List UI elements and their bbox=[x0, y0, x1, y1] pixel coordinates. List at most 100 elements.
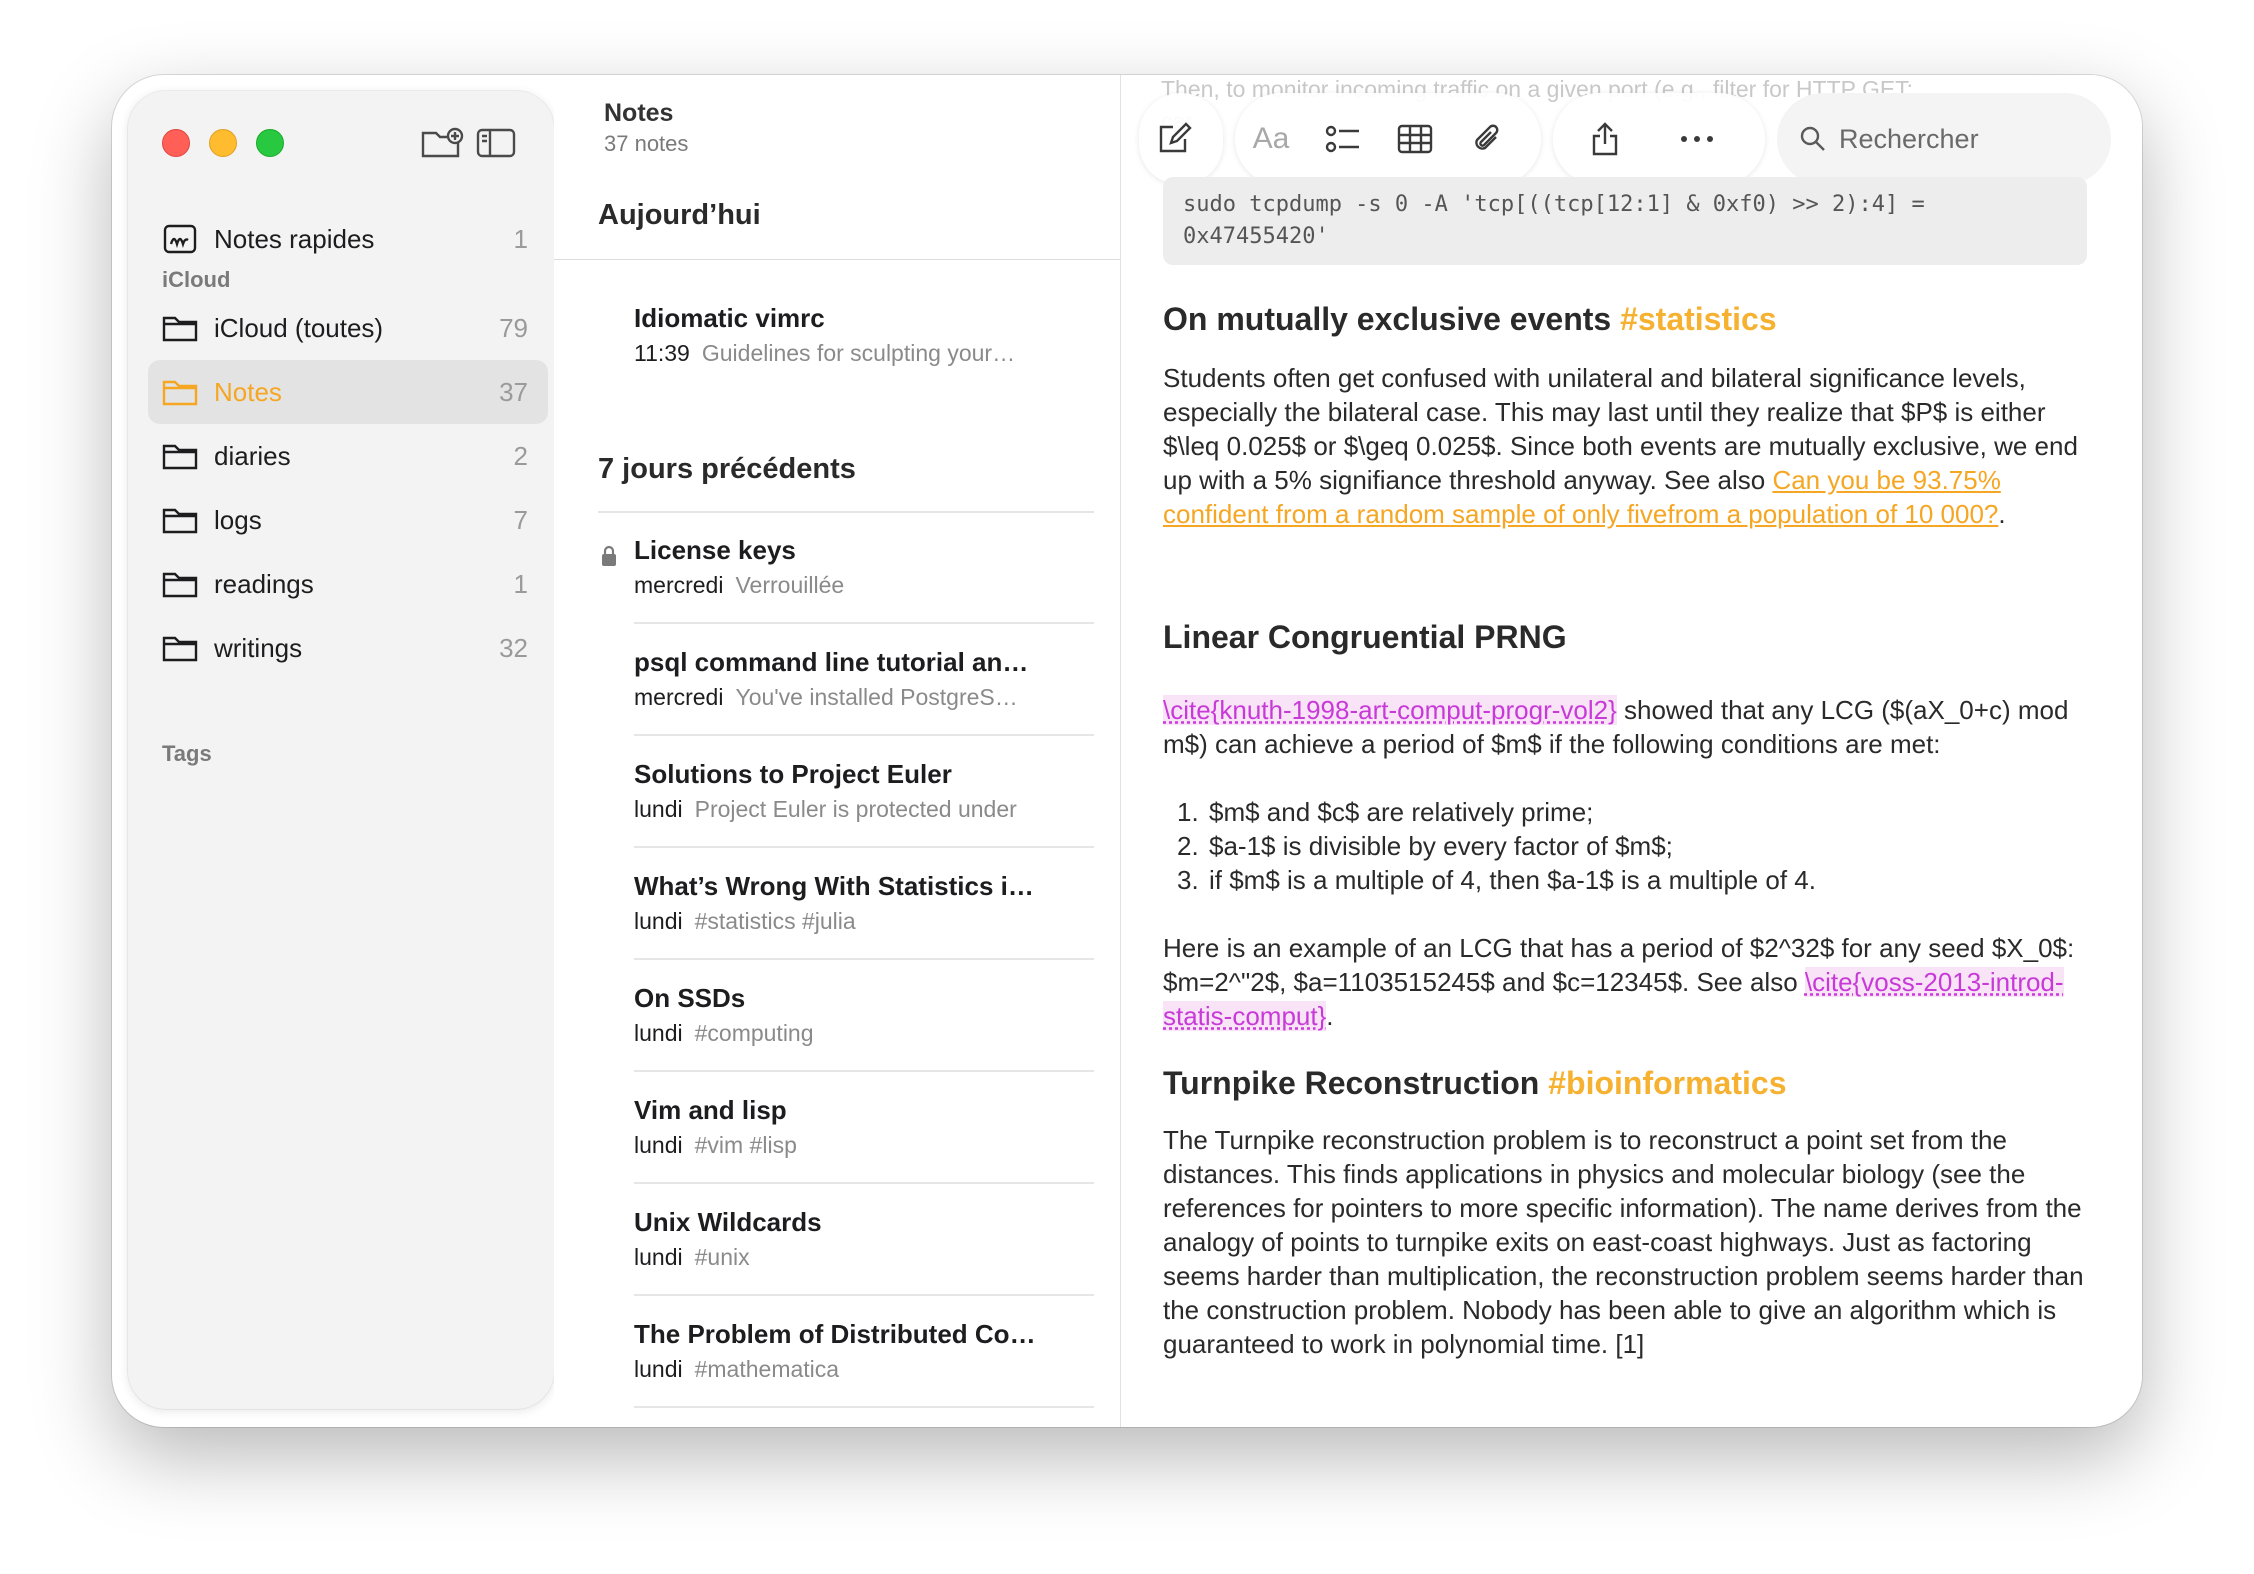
compose-group bbox=[1139, 93, 1223, 185]
divider bbox=[634, 958, 1094, 960]
sidebar-item-notes[interactable]: Notes 37 bbox=[148, 360, 548, 424]
note-title: Solutions to Project Euler bbox=[634, 759, 952, 789]
compose-button[interactable] bbox=[1139, 103, 1211, 175]
note-title: License keys bbox=[634, 535, 796, 565]
list-item[interactable]: psql command line tutorial an… mercredi Y… bbox=[634, 647, 1094, 711]
list-item[interactable]: On SSDs lundi #computing bbox=[634, 983, 1094, 1047]
tags-section-header: Tags bbox=[162, 741, 212, 766]
group-header-today: Aujourd’hui bbox=[598, 199, 761, 231]
list-item-text: if $m$ is a multiple of 4, then $a-1$ is… bbox=[1209, 865, 1816, 895]
new-folder-button[interactable] bbox=[418, 121, 466, 165]
list-item-text: $m$ and $c$ are relatively prime; bbox=[1209, 797, 1594, 827]
sidebar-item-label: Notes rapides bbox=[214, 223, 375, 254]
toggle-sidebar-button[interactable] bbox=[472, 121, 520, 165]
notes-window: Notes rapides 1 iCloud iCloud (toutes) 7… bbox=[112, 75, 2142, 1427]
sidebar-item-diaries[interactable]: diaries 2 bbox=[148, 424, 548, 488]
citation: \cite{knuth-1998-art-comput-progr-vol2} bbox=[1163, 695, 1617, 725]
list-item[interactable]: The Problem of Distributed Co… lundi #mat… bbox=[634, 1319, 1094, 1383]
sidebar-item-logs[interactable]: logs 7 bbox=[148, 488, 548, 552]
icloud-section-header: iCloud bbox=[162, 267, 231, 292]
search-field[interactable]: Rechercher bbox=[1777, 93, 2111, 185]
folder-icon bbox=[160, 436, 200, 476]
note-title: The Problem of Distributed Co… bbox=[634, 1319, 1036, 1349]
paragraph-text: . bbox=[1998, 499, 2006, 529]
divider bbox=[598, 511, 1094, 513]
sidebar-item-count: 79 bbox=[499, 312, 528, 343]
sidebar-item-icloud-all[interactable]: iCloud (toutes) 79 bbox=[148, 296, 548, 360]
note-preview: Guidelines for sculpting your… bbox=[701, 340, 1016, 366]
heading-text: On mutually exclusive events bbox=[1163, 301, 1612, 337]
heading-events: On mutually exclusive events #statistics bbox=[1163, 301, 1777, 338]
note-title: Vim and lisp bbox=[634, 1095, 787, 1125]
minimize-window-button[interactable] bbox=[209, 129, 237, 157]
attachment-button[interactable] bbox=[1451, 103, 1523, 175]
sidebar-item-count: 32 bbox=[499, 632, 528, 663]
sidebar-item-writings[interactable]: writings 32 bbox=[148, 616, 548, 680]
note-title: Idiomatic vimrc bbox=[634, 303, 825, 333]
sidebar-item-label: iCloud (toutes) bbox=[214, 312, 384, 343]
hashtag[interactable]: #statistics bbox=[1620, 301, 1777, 337]
list-item-text: $a-1$ is divisible by every factor of $m… bbox=[1209, 831, 1673, 861]
list-item[interactable]: What’s Wrong With Statistics i… lundi #st… bbox=[634, 871, 1094, 935]
sidebar-item-count: 37 bbox=[499, 376, 528, 407]
sidebar-item-label: diaries bbox=[214, 440, 291, 471]
table-button[interactable] bbox=[1379, 103, 1451, 175]
list-item[interactable]: Vim and lisp lundi #vim #lisp bbox=[634, 1095, 1094, 1159]
quick-notes-icon bbox=[160, 219, 200, 259]
list-item[interactable]: Idiomatic vimrc 11:39 Guidelines for scul… bbox=[634, 303, 1094, 367]
folder-icon bbox=[160, 500, 200, 540]
hashtag[interactable]: #bioinformatics bbox=[1548, 1065, 1786, 1101]
checklist-icon bbox=[1325, 125, 1359, 153]
sidebar-item-label: Notes bbox=[214, 376, 282, 407]
note-editor[interactable]: Then, to monitor incoming traffic on a g… bbox=[1120, 75, 2142, 1427]
zoom-window-button[interactable] bbox=[256, 129, 284, 157]
checklist-button[interactable] bbox=[1307, 103, 1379, 175]
divider bbox=[634, 622, 1094, 624]
lock-icon bbox=[600, 545, 618, 572]
divider bbox=[554, 259, 1120, 260]
note-date: lundi bbox=[634, 1244, 683, 1270]
list-title: Notes bbox=[604, 99, 674, 127]
note-date: lundi bbox=[634, 1356, 683, 1382]
note-list: Notes 37 notes Aujourd’hui Idiomatic vim… bbox=[554, 75, 1226, 1427]
list-item[interactable]: Unix Wildcards lundi #unix bbox=[634, 1207, 1094, 1271]
note-preview: #vim #lisp bbox=[694, 1132, 797, 1158]
note-date: lundi bbox=[634, 908, 683, 934]
divider bbox=[634, 734, 1094, 736]
note-date: lundi bbox=[634, 1132, 683, 1158]
note-date: lundi bbox=[634, 1020, 683, 1046]
sidebar-item-readings[interactable]: readings 1 bbox=[148, 552, 548, 616]
search-icon bbox=[1800, 126, 1825, 151]
note-preview: #mathematica bbox=[694, 1356, 840, 1382]
note-title: Unix Wildcards bbox=[634, 1207, 822, 1237]
sidebar-item-count: 2 bbox=[513, 440, 528, 471]
sidebar-item-quick-notes[interactable]: Notes rapides 1 bbox=[148, 207, 548, 271]
code-line: sudo tcpdump -s 0 -A 'tcp[((tcp[12:1] & … bbox=[1183, 192, 1925, 217]
list-item-3: 3. if $m$ is a multiple of 4, then $a-1$ … bbox=[1177, 865, 1816, 895]
sidebar-item-count: 1 bbox=[513, 223, 528, 254]
note-preview: #unix bbox=[694, 1244, 750, 1270]
sidebar-item-label: readings bbox=[214, 568, 314, 599]
folder-icon bbox=[160, 372, 200, 412]
paragraph-lcg: \cite{knuth-1998-art-comput-progr-vol2} … bbox=[1163, 693, 2093, 761]
search-placeholder: Rechercher bbox=[1839, 123, 1979, 154]
close-window-button[interactable] bbox=[162, 129, 190, 157]
format-button[interactable]: Aa bbox=[1235, 103, 1307, 175]
group-header-previous: 7 jours précédents bbox=[598, 453, 856, 485]
folder-icon bbox=[160, 628, 200, 668]
share-button[interactable] bbox=[1569, 103, 1641, 175]
divider bbox=[634, 1294, 1094, 1296]
share-icon bbox=[1592, 122, 1618, 156]
note-title: psql command line tutorial an… bbox=[634, 647, 1029, 677]
paragraph-example: Here is an example of an LCG that has a … bbox=[1163, 931, 2093, 1033]
list-item[interactable]: License keys mercredi Verrouillée bbox=[634, 535, 1094, 599]
divider bbox=[634, 1182, 1094, 1184]
editor-more-button[interactable] bbox=[1661, 103, 1733, 175]
divider bbox=[634, 1406, 1094, 1408]
list-item[interactable]: Solutions to Project Euler lundi Project … bbox=[634, 759, 1094, 823]
sidebar-icon bbox=[476, 128, 516, 158]
note-title: What’s Wrong With Statistics i… bbox=[634, 871, 1034, 901]
code-block: sudo tcpdump -s 0 -A 'tcp[((tcp[12:1] & … bbox=[1163, 177, 2087, 265]
sidebar: Notes rapides 1 iCloud iCloud (toutes) 7… bbox=[128, 91, 554, 1409]
heading-lcg: Linear Congruential PRNG bbox=[1163, 619, 1567, 655]
